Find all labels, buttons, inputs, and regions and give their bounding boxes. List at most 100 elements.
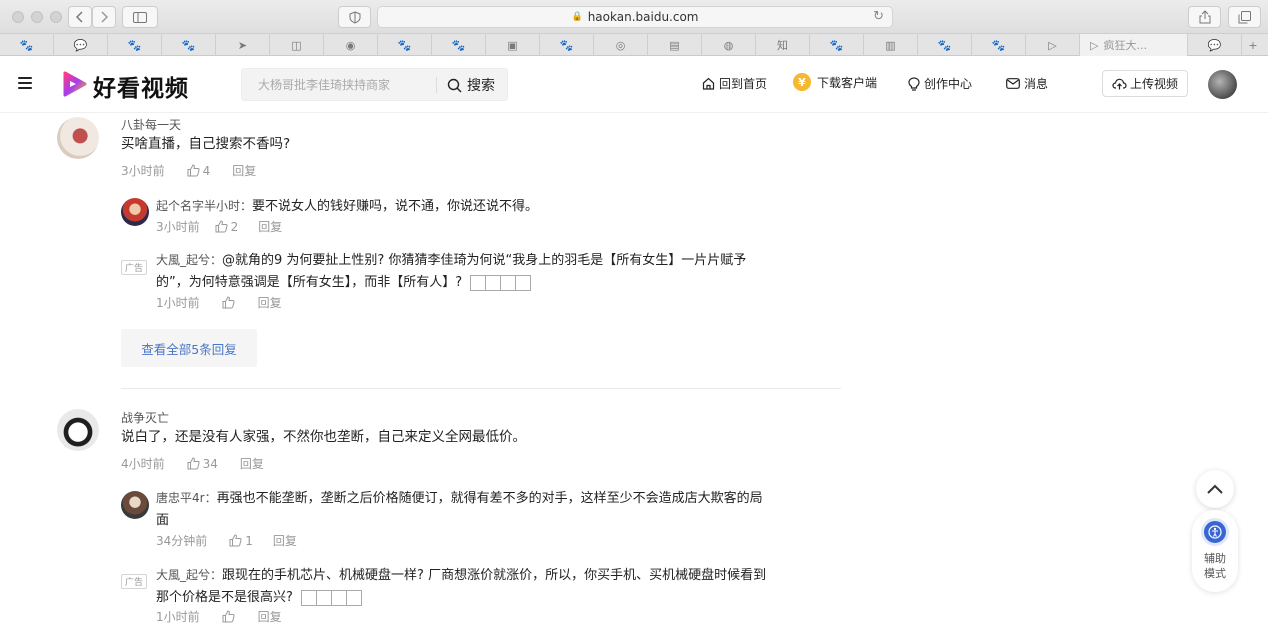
search-bar: 搜索 — [241, 68, 508, 101]
reply-button[interactable]: 回复 — [258, 218, 282, 235]
reply-username[interactable]: 大風_起兮 — [156, 253, 210, 267]
nav-messages-link[interactable]: 消息 — [1006, 75, 1048, 92]
upload-video-label: 上传视频 — [1129, 77, 1178, 91]
share-button[interactable] — [1188, 6, 1221, 28]
like-button[interactable]: 4 — [187, 164, 210, 178]
reply-content-line1: 再强也不能垄断，垄断之后价格随便订，就得有差不多的对手，这样至少不会造成店大欺客… — [216, 491, 763, 506]
reply-button[interactable]: 回复 — [258, 294, 282, 311]
tab-overview-button[interactable] — [1228, 6, 1261, 28]
avatar[interactable] — [121, 198, 149, 226]
nav-home-link[interactable]: 回到首页 — [702, 75, 767, 92]
minimize-window-button[interactable] — [31, 11, 43, 23]
tab-baidu-paw-4[interactable]: 🐾 — [378, 34, 432, 56]
coin-icon: ¥ — [793, 73, 811, 91]
tab-wechat-2[interactable]: 💬 — [1188, 34, 1242, 56]
tab-weibo[interactable]: ◎ — [594, 34, 648, 56]
thumbs-up-icon — [187, 164, 200, 177]
nav-download-link[interactable]: ¥ 下载客户端 — [793, 73, 877, 91]
reply-meta: 3小时前 2 回复 — [156, 218, 282, 235]
comment-divider — [121, 388, 841, 389]
view-all-replies-button[interactable]: 查看全部5条回复 — [121, 329, 257, 367]
reply-username[interactable]: 大風_起兮 — [156, 568, 210, 582]
reply-content-line2: 面 — [156, 513, 170, 528]
tab-video[interactable]: ▷ — [1026, 34, 1080, 56]
tab-baidu-paw-7[interactable]: 🐾 — [810, 34, 864, 56]
zoom-window-button[interactable] — [50, 11, 62, 23]
tab-baidu-paw-9[interactable]: 🐾 — [972, 34, 1026, 56]
site-logo-text[interactable]: 好看视频 — [93, 69, 189, 103]
reply-button[interactable]: 回复 — [258, 608, 282, 625]
tab-site-s[interactable]: ▣ — [486, 34, 540, 56]
play-icon: ▷ — [1090, 38, 1099, 52]
share-icon — [1199, 10, 1210, 24]
like-count: 2 — [230, 219, 239, 234]
back-to-top-button[interactable] — [1196, 470, 1234, 508]
sidebar-toggle-button[interactable] — [122, 6, 158, 28]
privacy-report-button[interactable] — [338, 6, 371, 28]
home-icon — [702, 77, 715, 90]
tab-active-title: 疯狂大... — [1103, 39, 1147, 52]
reply-username[interactable]: 唐忠平4r — [156, 491, 205, 505]
avatar[interactable] — [121, 491, 149, 519]
tab-bar: 🐾 💬 🐾 🐾 ➤ ◫ ◉ 🐾 🐾 ▣ 🐾 ◎ ▤ ◍ 知 🐾 ▥ 🐾 🐾 ▷ … — [0, 34, 1268, 56]
reply-button[interactable]: 回复 — [240, 455, 264, 472]
tab-active-haokan[interactable]: ▷ 疯狂大... — [1080, 34, 1188, 56]
nav-creator-link[interactable]: 创作中心 — [908, 75, 972, 92]
like-button[interactable]: 1 — [229, 534, 253, 548]
tab-baidu-paw-2[interactable]: 🐾 — [108, 34, 162, 56]
upload-video-button[interactable]: 上传视频 — [1102, 70, 1188, 97]
menu-icon[interactable] — [18, 77, 32, 89]
avatar[interactable] — [57, 409, 99, 451]
nav-messages-label: 消息 — [1024, 77, 1049, 91]
comment-username[interactable]: 八卦每一天 — [121, 116, 181, 133]
tab-baidu-paw-5[interactable]: 🐾 — [432, 34, 486, 56]
haokan-logo-icon[interactable] — [60, 70, 88, 98]
back-button[interactable] — [68, 6, 92, 28]
shield-icon — [349, 10, 360, 24]
browser-titlebar: 🔒 haokan.baidu.com ↻ — [0, 0, 1268, 34]
tab-send[interactable]: ➤ — [216, 34, 270, 56]
lock-icon: 🔒 — [571, 12, 583, 22]
emoji-placeholders — [301, 589, 363, 606]
thumbs-up-icon — [215, 220, 228, 233]
like-button[interactable] — [222, 610, 238, 623]
reply-button[interactable]: 回复 — [273, 532, 297, 549]
comment-username[interactable]: 战争灭亡 — [121, 409, 169, 426]
comment-time: 4小时前 — [121, 457, 165, 471]
reply-time: 1小时前 — [156, 610, 200, 624]
tab-site-circle[interactable]: ◍ — [702, 34, 756, 56]
tab-baidu-paw-6[interactable]: 🐾 — [540, 34, 594, 56]
tab-site-a[interactable]: ◉ — [324, 34, 378, 56]
assist-mode-button[interactable]: 辅助模式 — [1192, 510, 1238, 592]
like-button[interactable]: 34 — [187, 457, 218, 471]
reload-icon[interactable]: ↻ — [873, 9, 884, 24]
search-button[interactable]: 搜索 — [447, 74, 495, 96]
tab-wechat-1[interactable]: 💬 — [54, 34, 108, 56]
close-window-button[interactable] — [12, 11, 24, 23]
comment-text: 买啥直播，自己搜索不香吗? — [121, 136, 291, 152]
search-input[interactable] — [242, 69, 436, 100]
like-button[interactable] — [222, 296, 238, 309]
search-divider — [436, 77, 437, 93]
user-avatar[interactable] — [1208, 70, 1237, 99]
tab-zhihu[interactable]: 知 — [756, 34, 810, 56]
tab-site-d[interactable]: ◫ — [270, 34, 324, 56]
address-bar[interactable]: 🔒 haokan.baidu.com ↻ — [377, 6, 893, 28]
forward-button[interactable] — [92, 6, 116, 28]
avatar[interactable] — [57, 117, 99, 159]
tab-site-toutiao[interactable]: ▤ — [648, 34, 702, 56]
tab-site-bank[interactable]: ▥ — [864, 34, 918, 56]
reply-content-line2: 那个价格是不是很高兴? — [156, 590, 293, 605]
comment-text: 说白了，还是没有人家强，不然你也垄断，自己来定义全网最低价。 — [121, 429, 526, 445]
new-tab-button[interactable]: + — [1242, 34, 1264, 56]
like-button[interactable]: 2 — [215, 219, 239, 234]
tab-baidu-paw-8[interactable]: 🐾 — [918, 34, 972, 56]
reply-button[interactable]: 回复 — [232, 162, 256, 179]
ad-badge: 广告 — [121, 260, 147, 275]
reply-meta: 1小时前 回复 — [156, 608, 282, 625]
mail-icon — [1006, 78, 1020, 89]
reply-username[interactable]: 起个名字半小时 — [156, 199, 240, 213]
tab-baidu-paw-1[interactable]: 🐾 — [0, 34, 54, 56]
accessibility-icon — [1201, 518, 1229, 546]
tab-baidu-paw-3[interactable]: 🐾 — [162, 34, 216, 56]
